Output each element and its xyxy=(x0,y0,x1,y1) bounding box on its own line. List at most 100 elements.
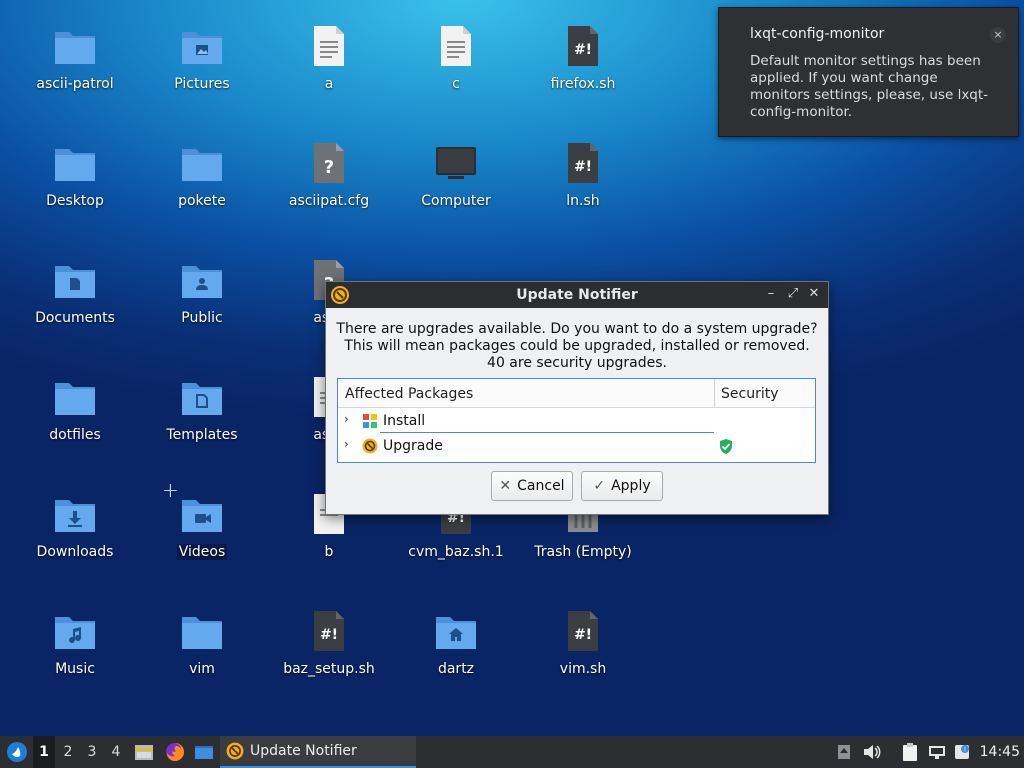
lubuntu-logo-icon xyxy=(7,742,27,762)
desktop-icon-computer[interactable]: Computer xyxy=(396,123,516,233)
upgrade-icon xyxy=(362,438,378,458)
clipboard-icon[interactable] xyxy=(898,736,922,768)
desktop-icon-desktop[interactable]: Desktop xyxy=(15,123,135,233)
folder-documents-icon xyxy=(51,256,99,304)
desktop-icon-downloads[interactable]: Downloads xyxy=(15,474,135,584)
svg-text:?: ? xyxy=(324,157,334,178)
tree-row-install[interactable]: › Install xyxy=(338,409,815,433)
folder-pictures-icon xyxy=(178,22,226,70)
message-line: There are upgrades available. Do you wan… xyxy=(336,321,818,337)
notification-title: lxqt-config-monitor xyxy=(750,26,885,42)
tree-header: Affected Packages Security xyxy=(338,379,815,408)
desktop-icon-pokete[interactable]: pokete xyxy=(142,123,262,233)
workspace-2[interactable]: 2 xyxy=(57,736,79,768)
notification-popup[interactable]: lxqt-config-monitor × Default monitor se… xyxy=(718,7,1019,137)
svg-text:#!: #! xyxy=(320,627,338,643)
install-icon xyxy=(362,413,378,433)
unknown-file-icon: ? xyxy=(305,139,353,187)
desktop-icon-templates[interactable]: Templates xyxy=(142,357,262,467)
desktop-icon-public[interactable]: Public xyxy=(142,240,262,350)
clock[interactable]: 14:45 xyxy=(980,744,1020,760)
desktop-icon-c[interactable]: c xyxy=(396,6,516,116)
text-file-icon xyxy=(305,22,353,70)
desktop-icon-a[interactable]: a xyxy=(269,6,389,116)
folder-downloads-icon xyxy=(51,490,99,538)
file-manager-launcher-icon[interactable] xyxy=(132,736,156,768)
desktop-icon-pictures[interactable]: Pictures xyxy=(142,6,262,116)
taskbar: 1 2 3 4 Update Notifier ! 14:45 xyxy=(0,736,1024,768)
close-icon: ✕ xyxy=(499,478,512,494)
desktop-icon-ascii-patrol[interactable]: ascii-patrol xyxy=(15,6,135,116)
folder-music-icon xyxy=(51,607,99,655)
folder-icon xyxy=(51,373,99,421)
firefox-launcher-icon[interactable] xyxy=(162,736,188,768)
minimize-button[interactable]: – xyxy=(763,286,779,302)
show-desktop-icon[interactable] xyxy=(192,736,216,768)
notification-tray-icon[interactable]: ! xyxy=(952,736,972,768)
taskbar-task-update-notifier[interactable]: Update Notifier xyxy=(220,736,416,768)
dialog-titlebar[interactable]: Update Notifier – ⤢ ✕ xyxy=(326,282,828,308)
desktop-icon-documents[interactable]: Documents xyxy=(15,240,135,350)
chevron-right-icon[interactable]: › xyxy=(344,437,349,451)
notification-body: Default monitor settings has been applie… xyxy=(750,53,989,120)
workspace-3[interactable]: 3 xyxy=(81,736,103,768)
desktop-icon-vim-folder[interactable]: vim xyxy=(142,591,262,701)
desktop-icon-firefox-sh[interactable]: #! firefox.sh xyxy=(523,6,643,116)
svg-text:#!: #! xyxy=(574,42,592,58)
shield-check-icon xyxy=(718,438,734,459)
svg-text:#!: #! xyxy=(574,159,592,175)
checkmark-icon: ✓ xyxy=(593,478,606,494)
close-icon[interactable]: × xyxy=(990,27,1006,43)
volume-icon[interactable] xyxy=(862,736,882,768)
start-menu-button[interactable] xyxy=(2,736,32,768)
folder-public-icon xyxy=(178,256,226,304)
svg-text:!: ! xyxy=(964,747,966,754)
text-file-icon xyxy=(432,22,480,70)
folder-icon xyxy=(178,607,226,655)
apply-label: Apply xyxy=(611,478,651,494)
tray-updates-icon[interactable] xyxy=(834,736,854,768)
script-file-icon: #! xyxy=(559,607,607,655)
dialog-title: Update Notifier xyxy=(516,287,638,303)
script-file-icon: #! xyxy=(305,607,353,655)
folder-templates-icon xyxy=(178,373,226,421)
folder-icon xyxy=(178,139,226,187)
update-notifier-dialog: Update Notifier – ⤢ ✕ There are upgrades… xyxy=(325,281,829,515)
tree-row-upgrade[interactable]: › Upgrade xyxy=(338,434,815,458)
desktop-icon-asciipat-cfg[interactable]: ? asciipat.cfg xyxy=(269,123,389,233)
workspace-4[interactable]: 4 xyxy=(105,736,127,768)
message-line: 40 are security upgrades. xyxy=(487,355,667,371)
desktop-icon-dartz[interactable]: dartz xyxy=(396,591,516,701)
maximize-button[interactable]: ⤢ xyxy=(785,286,801,302)
workspace-1[interactable]: 1 xyxy=(33,736,55,768)
column-header-packages[interactable]: Affected Packages xyxy=(345,386,473,402)
svg-text:#!: #! xyxy=(574,627,592,643)
folder-icon xyxy=(51,139,99,187)
script-file-icon: #! xyxy=(559,22,607,70)
desktop-icon-videos[interactable]: Videos xyxy=(142,474,262,584)
close-button[interactable]: ✕ xyxy=(806,286,822,302)
desktop-icon-baz-setup-sh[interactable]: #! baz_setup.sh xyxy=(269,591,389,701)
desktop-icon-dotfiles[interactable]: dotfiles xyxy=(15,357,135,467)
tree-row-label: Upgrade xyxy=(383,438,443,454)
task-label: Update Notifier xyxy=(250,743,357,759)
cancel-button[interactable]: ✕ Cancel xyxy=(491,471,573,501)
network-icon[interactable] xyxy=(926,736,948,768)
chevron-right-icon[interactable]: › xyxy=(344,412,349,426)
tree-row-label: Install xyxy=(383,413,426,429)
computer-icon xyxy=(432,139,480,187)
desktop-icon-ln-sh[interactable]: #! ln.sh xyxy=(523,123,643,233)
apply-button[interactable]: ✓ Apply xyxy=(581,471,663,501)
folder-home-icon xyxy=(432,607,480,655)
script-file-icon: #! xyxy=(559,139,607,187)
column-header-security[interactable]: Security xyxy=(721,386,779,402)
desktop-icon-music[interactable]: Music xyxy=(15,591,135,701)
cancel-label: Cancel xyxy=(517,478,565,494)
desktop-icon-vim-sh[interactable]: #! vim.sh xyxy=(523,591,643,701)
packages-tree[interactable]: Affected Packages Security › Install › U… xyxy=(337,378,816,463)
column-divider[interactable] xyxy=(714,379,715,407)
update-notifier-task-icon xyxy=(226,742,244,760)
crosshair-cursor-icon: + xyxy=(162,478,179,502)
folder-videos-icon xyxy=(178,490,226,538)
message-line: This will mean packages could be upgrade… xyxy=(344,338,810,354)
